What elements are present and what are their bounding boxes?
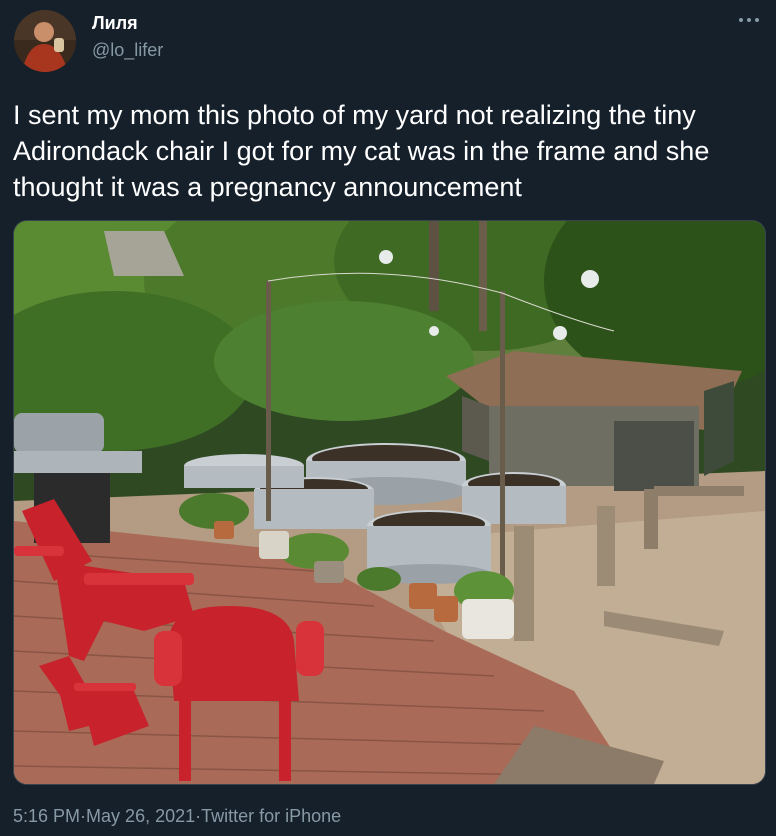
tweet-metadata: 5:16 PM · May 26, 2021 · Twitter for iPh… [13, 806, 341, 827]
tweet-date[interactable]: May 26, 2021 [86, 806, 195, 827]
tweet-source[interactable]: Twitter for iPhone [201, 806, 341, 827]
more-options-icon[interactable] [736, 10, 762, 30]
coop [446, 351, 742, 491]
tweet-text: I sent my mom this photo of my yard not … [13, 100, 710, 202]
tweet-photo[interactable] [13, 220, 766, 785]
avatar[interactable] [14, 10, 76, 72]
user-handle[interactable]: @lo_lifer [92, 40, 163, 61]
display-name[interactable]: Лиля [92, 13, 138, 34]
tweet-time[interactable]: 5:16 PM [13, 806, 80, 827]
